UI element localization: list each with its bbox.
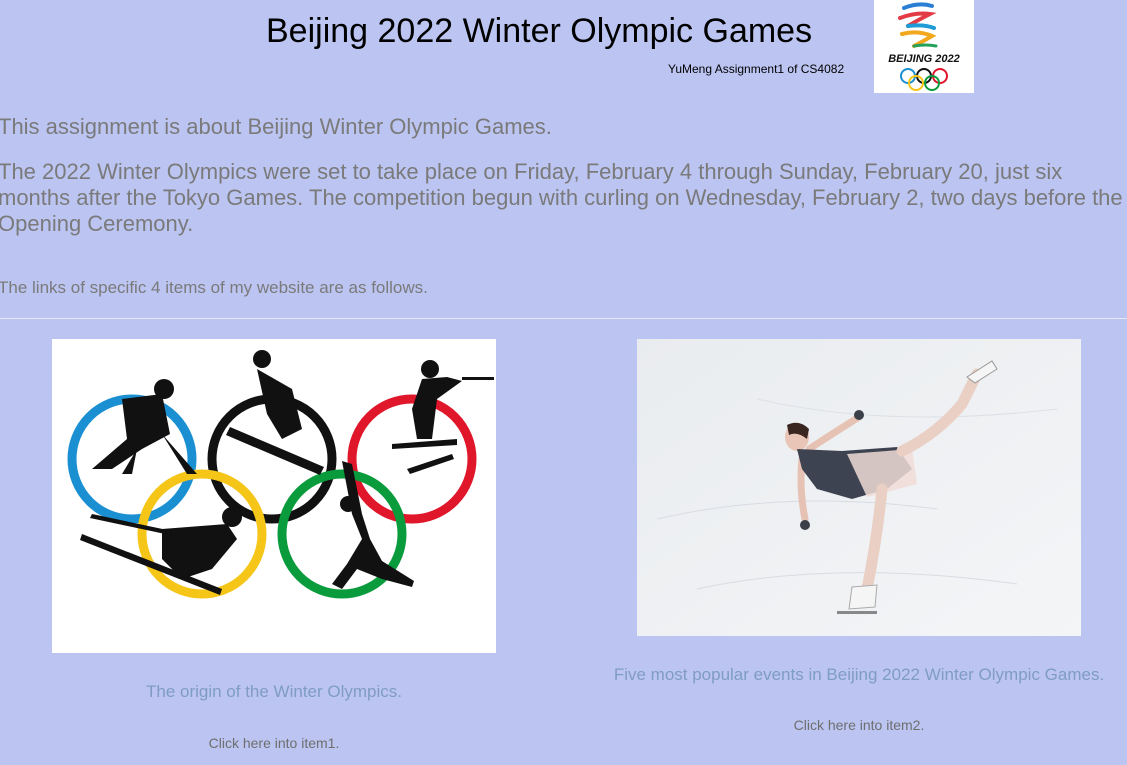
logo-text: BEIJING 2022 xyxy=(888,53,960,65)
olympic-rings-silhouettes-illustration xyxy=(67,350,494,599)
item1-title-link[interactable]: The origin of the Winter Olympics. xyxy=(52,682,496,702)
intro-text: This assignment is about Beijing Winter … xyxy=(0,114,552,139)
page-title: Beijing 2022 Winter Olympic Games xyxy=(266,12,813,50)
divider xyxy=(0,318,1127,319)
item2-title-link[interactable]: Five most popular events in Beijing 2022… xyxy=(577,665,1127,685)
page: Beijing 2022 Winter Olympic Games YuMeng… xyxy=(0,0,1127,765)
item2-link[interactable]: Click here into item2. xyxy=(637,717,1081,733)
item1-image[interactable] xyxy=(52,339,496,653)
item1-link[interactable]: Click here into item1. xyxy=(52,735,496,751)
beijing-2022-emblem-icon: BEIJING 2022 xyxy=(888,2,960,91)
links-intro-text: The links of specific 4 items of my webs… xyxy=(0,278,428,297)
item2-image[interactable] xyxy=(637,339,1081,636)
beijing-2022-logo: BEIJING 2022 xyxy=(874,0,974,93)
page-subtitle: YuMeng Assignment1 of CS4082 xyxy=(668,62,845,76)
figure-skater-photo xyxy=(637,339,1081,636)
description-text: The 2022 Winter Olympics were set to tak… xyxy=(0,159,1123,236)
